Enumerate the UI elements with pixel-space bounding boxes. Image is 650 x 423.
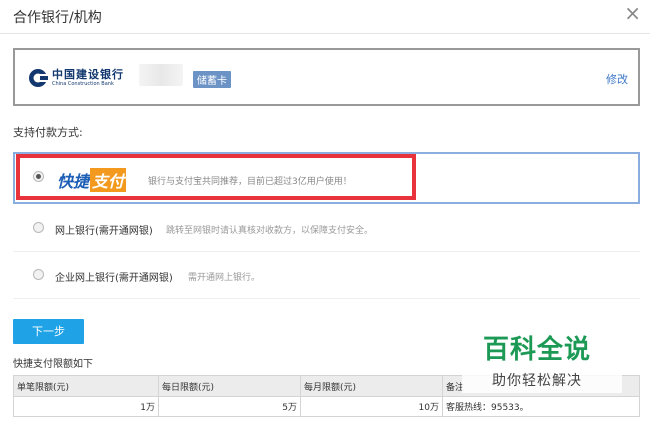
bank-card-box: 中国建设银行 China Construction Bank 储蓄卡 修改 — [13, 48, 640, 106]
corporate-banking-radio[interactable] — [33, 269, 44, 280]
payment-option-fast[interactable]: 快捷 支付 银行与支付宝共同推荐，目前已超过3亿用户使用！ — [13, 152, 640, 204]
bank-name-cn: 中国建设银行 — [52, 68, 124, 81]
table-cell: 1万 — [13, 396, 159, 417]
watermark-main: 百科全说 — [483, 335, 592, 365]
payment-methods-label: 支持付款方式: — [13, 126, 83, 139]
limits-title: 快捷支付限额如下 — [13, 359, 93, 370]
online-banking-radio[interactable] — [33, 222, 44, 233]
table-cell: 10万 — [300, 396, 443, 417]
table-header: 每日限额(元) — [158, 375, 301, 397]
fast-pay-logo: 快捷 支付 — [57, 168, 127, 192]
table-cell: 5万 — [158, 396, 301, 417]
bank-logo: 中国建设银行 China Construction Bank — [28, 68, 124, 88]
card-type-badge: 储蓄卡 — [193, 71, 231, 88]
table-header: 每月限额(元) — [300, 375, 443, 397]
close-icon[interactable]: × — [624, 3, 641, 23]
fast-pay-logo-part2: 支付 — [90, 168, 127, 192]
table-row: 1万 5万 10万 客服热线：95533。 — [13, 396, 640, 417]
corporate-banking-label: 企业网上银行(需开通网银) — [55, 273, 173, 284]
online-banking-description: 跳转至网银时请认真核对收款方，以保障支付安全。 — [166, 226, 374, 236]
bank-name-en: China Construction Bank — [52, 81, 114, 87]
fast-pay-radio[interactable] — [33, 171, 44, 182]
masked-card-number — [139, 64, 183, 86]
payment-option-corporate-banking[interactable]: 企业网上银行(需开通网银) 需开通网上银行。 — [13, 253, 640, 299]
online-banking-label: 网上银行(需开通网银) — [55, 226, 153, 237]
fast-pay-logo-part1: 快捷 — [57, 172, 90, 191]
table-cell: 客服热线：95533。 — [442, 396, 640, 417]
dialog-title: 合作银行/机构 — [13, 10, 102, 26]
watermark: 百科全说 助你轻松解决 — [462, 333, 622, 393]
payment-option-online-banking[interactable]: 网上银行(需开通网银) 跳转至网银时请认真核对收款方，以保障支付安全。 — [13, 206, 640, 252]
table-header: 单笔限额(元) — [13, 375, 159, 397]
fast-pay-description: 银行与支付宝共同推荐，目前已超过3亿用户使用！ — [148, 177, 352, 187]
dialog-header: 合作银行/机构 × — [0, 0, 650, 34]
watermark-sub: 助你轻松解决 — [492, 373, 582, 389]
corporate-banking-description: 需开通网上银行。 — [188, 273, 261, 283]
modify-link[interactable]: 修改 — [606, 71, 628, 87]
next-step-button[interactable]: 下一步 — [13, 319, 84, 344]
ccb-logo-icon — [29, 69, 48, 87]
